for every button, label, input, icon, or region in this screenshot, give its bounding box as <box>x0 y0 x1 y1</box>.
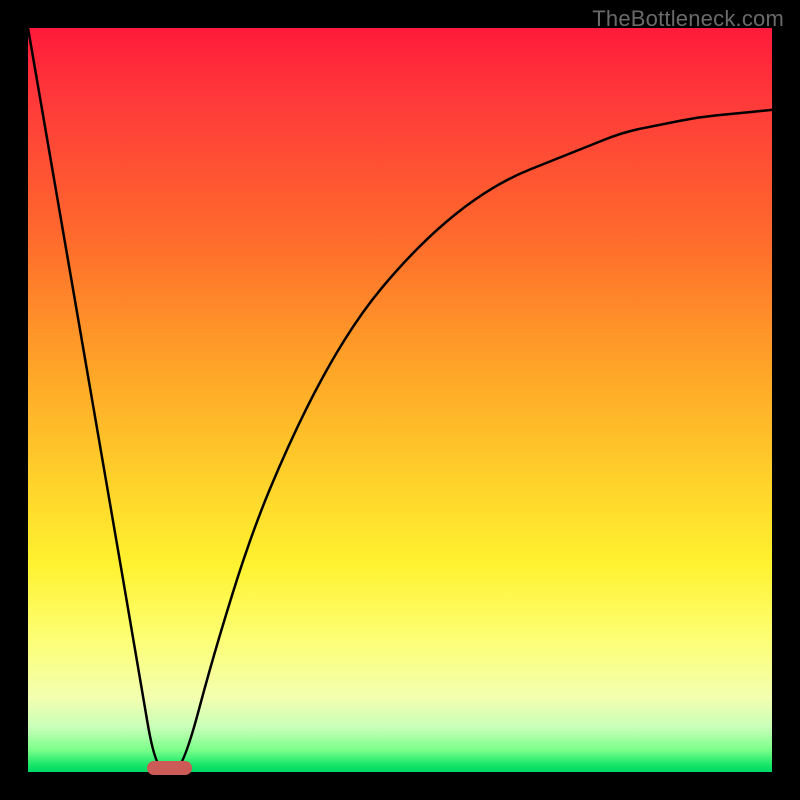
chart-frame: TheBottleneck.com <box>0 0 800 800</box>
bottleneck-marker <box>147 761 192 775</box>
plot-area <box>28 28 772 772</box>
bottleneck-curve <box>28 28 772 772</box>
watermark-text: TheBottleneck.com <box>592 6 784 32</box>
